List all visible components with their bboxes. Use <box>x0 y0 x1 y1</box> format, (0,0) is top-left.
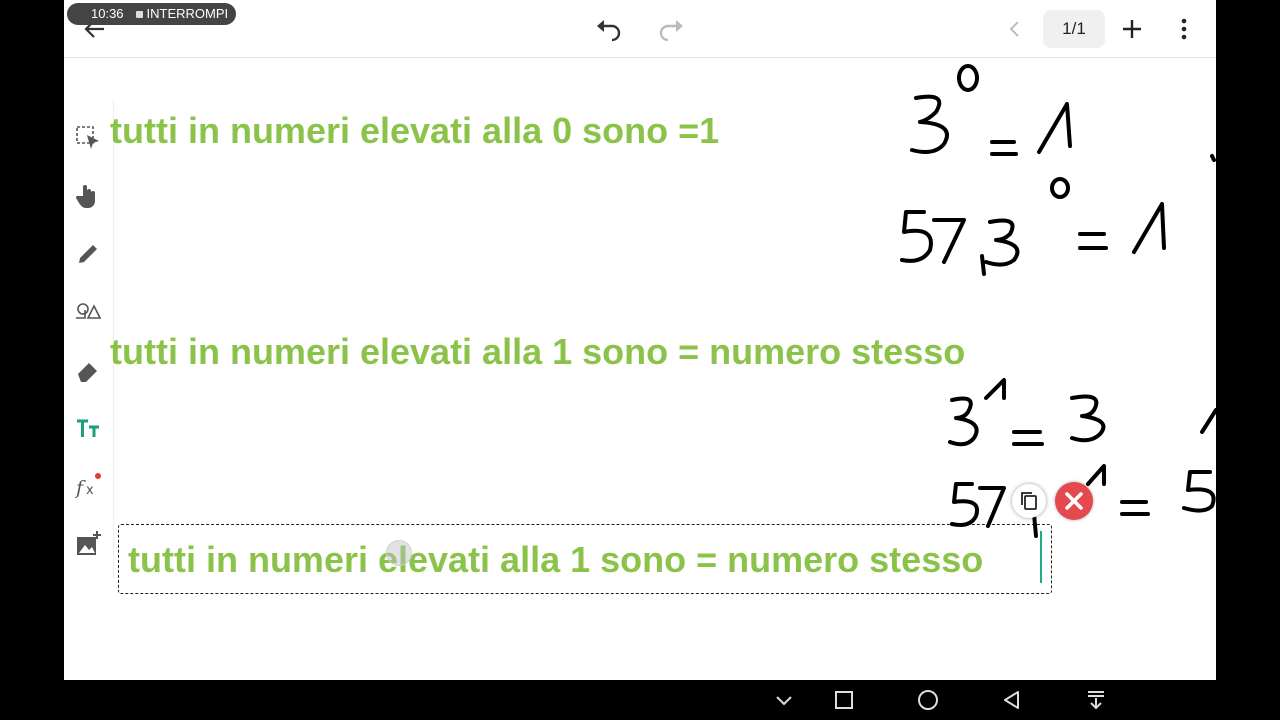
nav-home-button[interactable] <box>916 688 940 712</box>
nav-back-button[interactable] <box>1000 688 1024 712</box>
copy-button[interactable] <box>1012 484 1046 518</box>
pull-down-icon <box>1088 691 1104 710</box>
square-recents-icon <box>835 691 853 709</box>
circle-home-icon <box>918 690 938 710</box>
triangle-back-icon <box>1004 691 1019 709</box>
copy-icon <box>1021 492 1037 510</box>
whiteboard-app: 1/1 10:36 INTERROMPI f x tutti in numeri… <box>64 0 1216 680</box>
handwritten-math-ink <box>900 64 1216 538</box>
nav-notifications-button[interactable] <box>1084 688 1108 712</box>
nav-hide-button[interactable] <box>772 688 796 712</box>
system-navigation-bar <box>0 680 1280 720</box>
delete-element-button[interactable] <box>1055 482 1093 520</box>
nav-recents-button[interactable] <box>832 688 856 712</box>
close-icon <box>1065 492 1083 510</box>
chevron-down-icon <box>776 696 792 706</box>
